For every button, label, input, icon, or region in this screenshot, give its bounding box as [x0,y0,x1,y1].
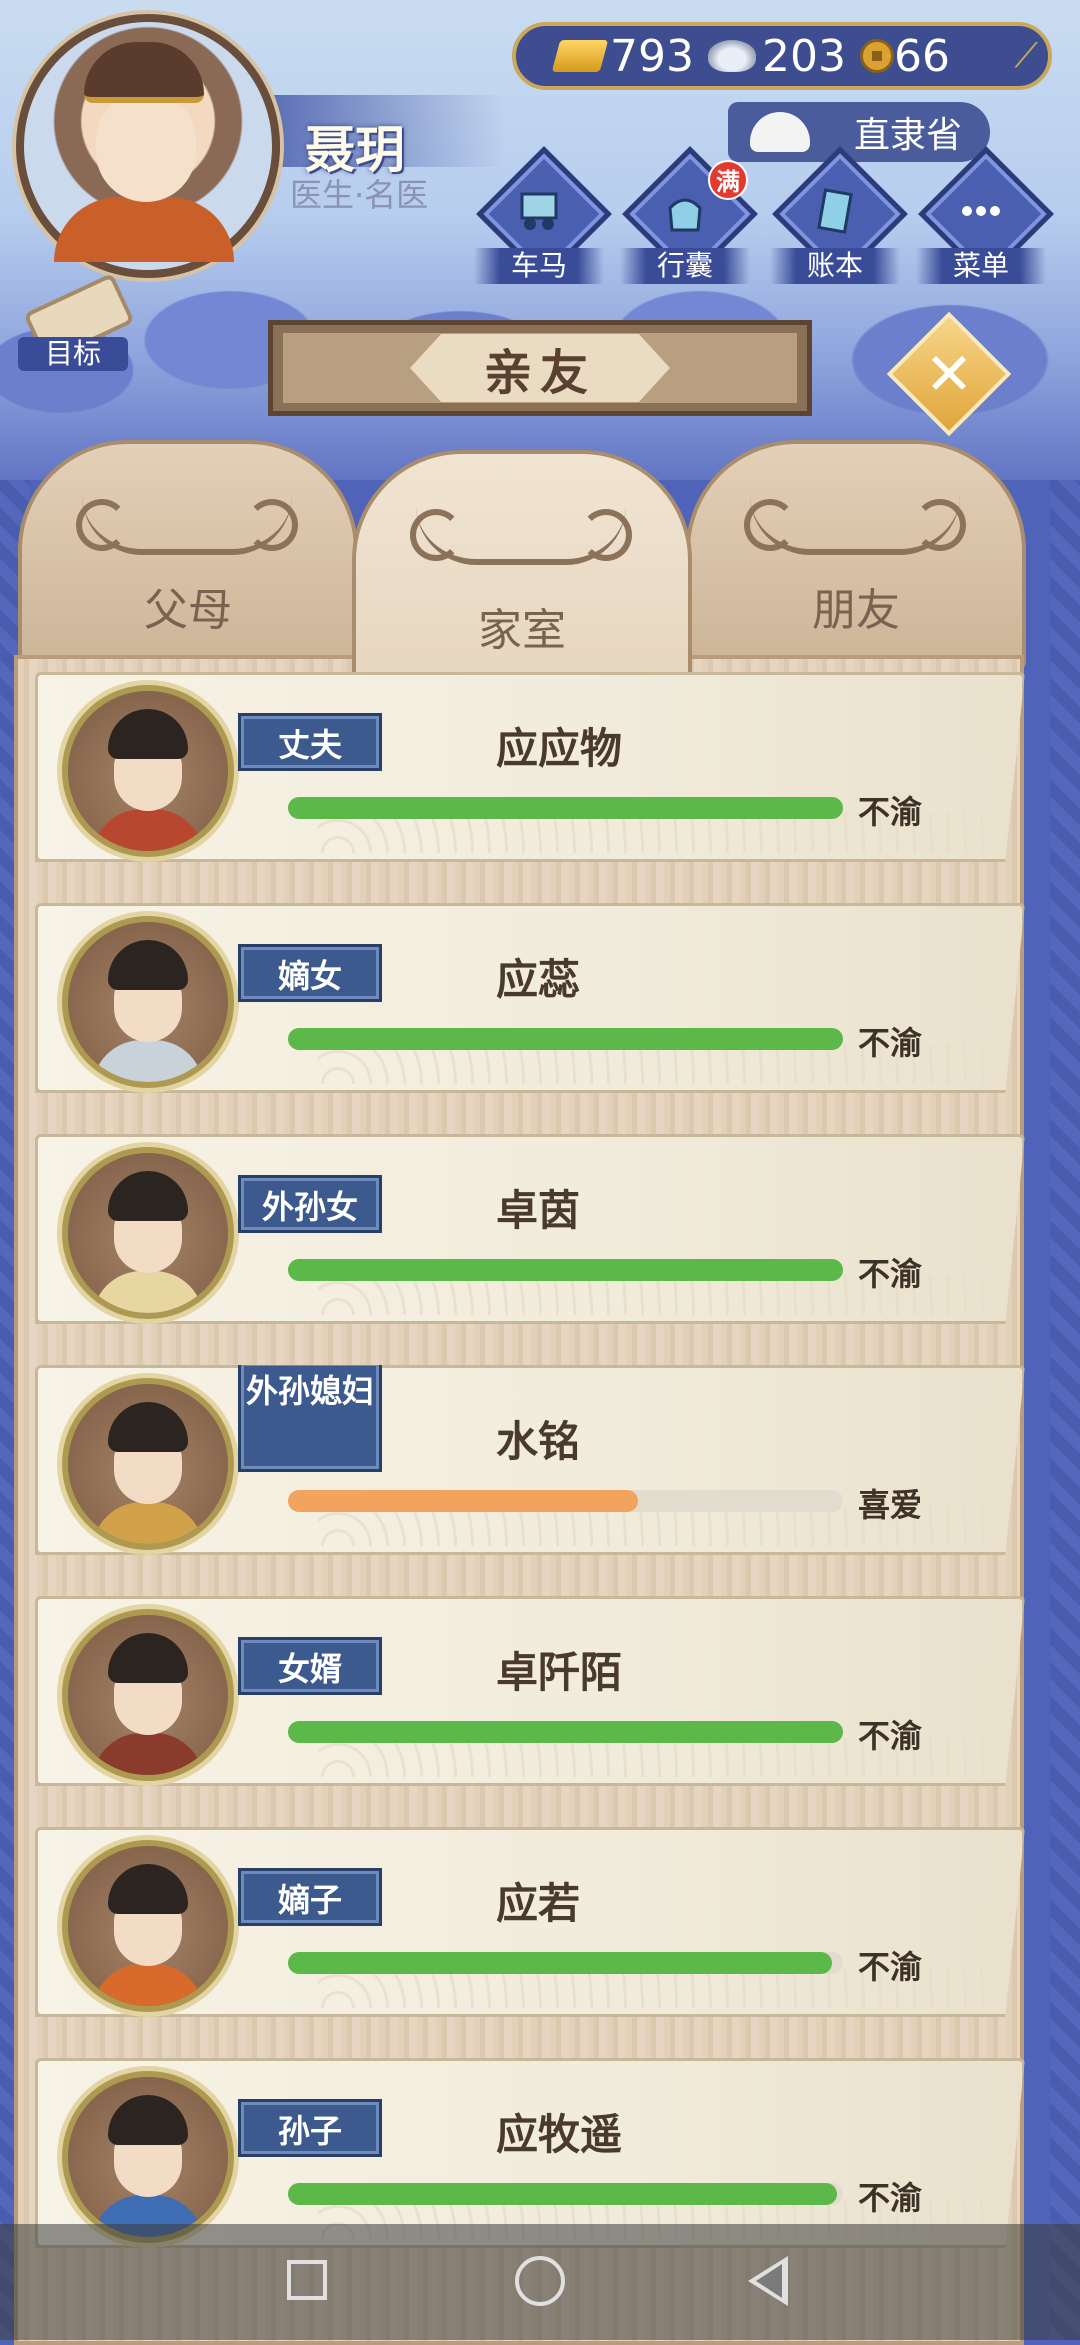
relative-portrait[interactable] [62,916,234,1088]
relative-card[interactable]: 外孙媳妇 水铭喜爱 [35,1365,1025,1555]
relationship-status: 不渝 [858,2179,923,2217]
currency-bar: 793 203 66 ⟋ [512,22,1052,90]
relative-portrait[interactable] [62,1378,234,1550]
province-label: 直隶省 [853,115,962,156]
silver-ingot-icon [707,40,756,72]
goal-label: 目标 [18,337,128,371]
relative-card[interactable]: 女婿 卓阡陌不渝 [35,1596,1025,1786]
relative-card[interactable]: 丈夫 应应物不渝 [35,672,1025,862]
copper-coin-icon [859,39,894,73]
home-icon[interactable] [515,2256,565,2306]
bag-button[interactable]: 满 行囊 [620,146,758,286]
bamboo-icon: ⟋ [1014,36,1038,76]
relation-tag: 外孙媳妇 [238,1365,382,1472]
bag-icon [668,198,702,232]
tab-friends[interactable]: 朋友 [686,440,1026,670]
relative-name: 应牧遥 [496,2110,623,2159]
relative-name: 应蕊 [496,955,581,1004]
relative-portrait[interactable] [62,1609,234,1781]
affection-bar-fill [288,1721,843,1743]
tab-parents[interactable]: 父母 [18,440,358,670]
tab-parents-label: 父母 [144,585,232,636]
player-title: 医生·名医 [290,176,429,214]
relation-tag: 嫡女 [238,944,382,1002]
cloud-swirl-icon [410,499,626,565]
menu-label: 菜单 [916,248,1046,284]
relationship-status: 不渝 [858,1717,923,1755]
affection-bar-fill [288,797,843,819]
recent-apps-icon[interactable] [287,2260,327,2300]
relation-tag: 嫡子 [238,1868,382,1926]
relative-name: 应若 [496,1879,581,1928]
coin-currency: 66 [859,30,950,82]
silver-currency: 203 [707,30,846,82]
affection-bar-fill [288,1952,832,1974]
affection-bar [288,2183,843,2205]
ledger-label: 账本 [770,248,900,284]
silver-amount: 203 [761,30,846,82]
affection-bar-fill [288,1490,638,1512]
gold-currency: 793 [551,30,694,82]
panel-title: 亲友 [410,334,670,402]
close-icon: ✕ [924,340,974,408]
panel-title-plaque: 亲友 [268,320,812,416]
relationship-status: 不渝 [858,1024,923,1062]
menu-dots-icon [962,206,1000,216]
relationship-status: 喜爱 [858,1486,923,1524]
relative-card[interactable]: 嫡女 应蕊不渝 [35,903,1025,1093]
bag-label: 行囊 [620,248,750,284]
ledger-button[interactable]: 账本 [770,146,908,286]
province-seal-icon [750,112,810,152]
relative-card[interactable]: 嫡子 应若不渝 [35,1827,1025,2017]
coin-amount: 66 [893,30,950,82]
relationship-status: 不渝 [858,793,923,831]
tab-friends-label: 朋友 [812,585,900,636]
system-nav-bar [0,2224,1080,2340]
relation-tag: 孙子 [238,2099,382,2157]
affection-bar [288,1028,843,1050]
tab-family-label: 家室 [478,605,566,656]
affection-bar-fill [288,1028,843,1050]
relative-portrait[interactable] [62,1840,234,2012]
carriage-button[interactable]: 车马 [474,146,612,286]
affection-bar [288,1490,843,1512]
goal-button[interactable]: 目标 [18,272,135,375]
relative-portrait[interactable] [62,1147,234,1319]
affection-bar [288,1952,843,1974]
relative-name: 卓阡陌 [496,1648,623,1697]
relative-portrait[interactable] [62,2071,234,2243]
relation-tag: 外孙女 [238,1175,382,1233]
relative-portrait[interactable] [62,685,234,857]
relation-tag: 丈夫 [238,713,382,771]
relation-tag: 女婿 [238,1637,382,1695]
relative-card[interactable]: 孙子 应牧遥不渝 [35,2058,1025,2248]
menu-button[interactable]: 菜单 [916,146,1054,286]
affection-bar-fill [288,2183,838,2205]
relative-card[interactable]: 外孙女 卓茵不渝 [35,1134,1025,1324]
affection-bar [288,797,843,819]
affection-bar [288,1721,843,1743]
gold-ingot-icon [551,40,609,72]
player-avatar[interactable] [16,14,280,278]
relationship-status: 不渝 [858,1948,923,1986]
carriage-label: 车马 [474,248,604,284]
carriage-icon [520,192,558,230]
affection-bar [288,1259,843,1281]
gold-amount: 793 [610,30,694,82]
relative-name: 水铭 [496,1417,581,1466]
ledger-icon [817,188,853,234]
relative-name: 卓茵 [496,1186,581,1235]
tab-family[interactable]: 家室 [352,450,692,690]
affection-bar-fill [288,1259,843,1281]
back-icon[interactable] [748,2256,788,2306]
relative-name: 应应物 [496,724,623,773]
relationship-status: 不渝 [858,1255,923,1293]
cloud-swirl-icon [744,489,960,555]
side-pattern [1050,480,1080,2340]
cloud-swirl-icon [76,489,292,555]
bag-full-badge: 满 [708,160,748,200]
province-button[interactable]: 直隶省 [728,102,990,162]
